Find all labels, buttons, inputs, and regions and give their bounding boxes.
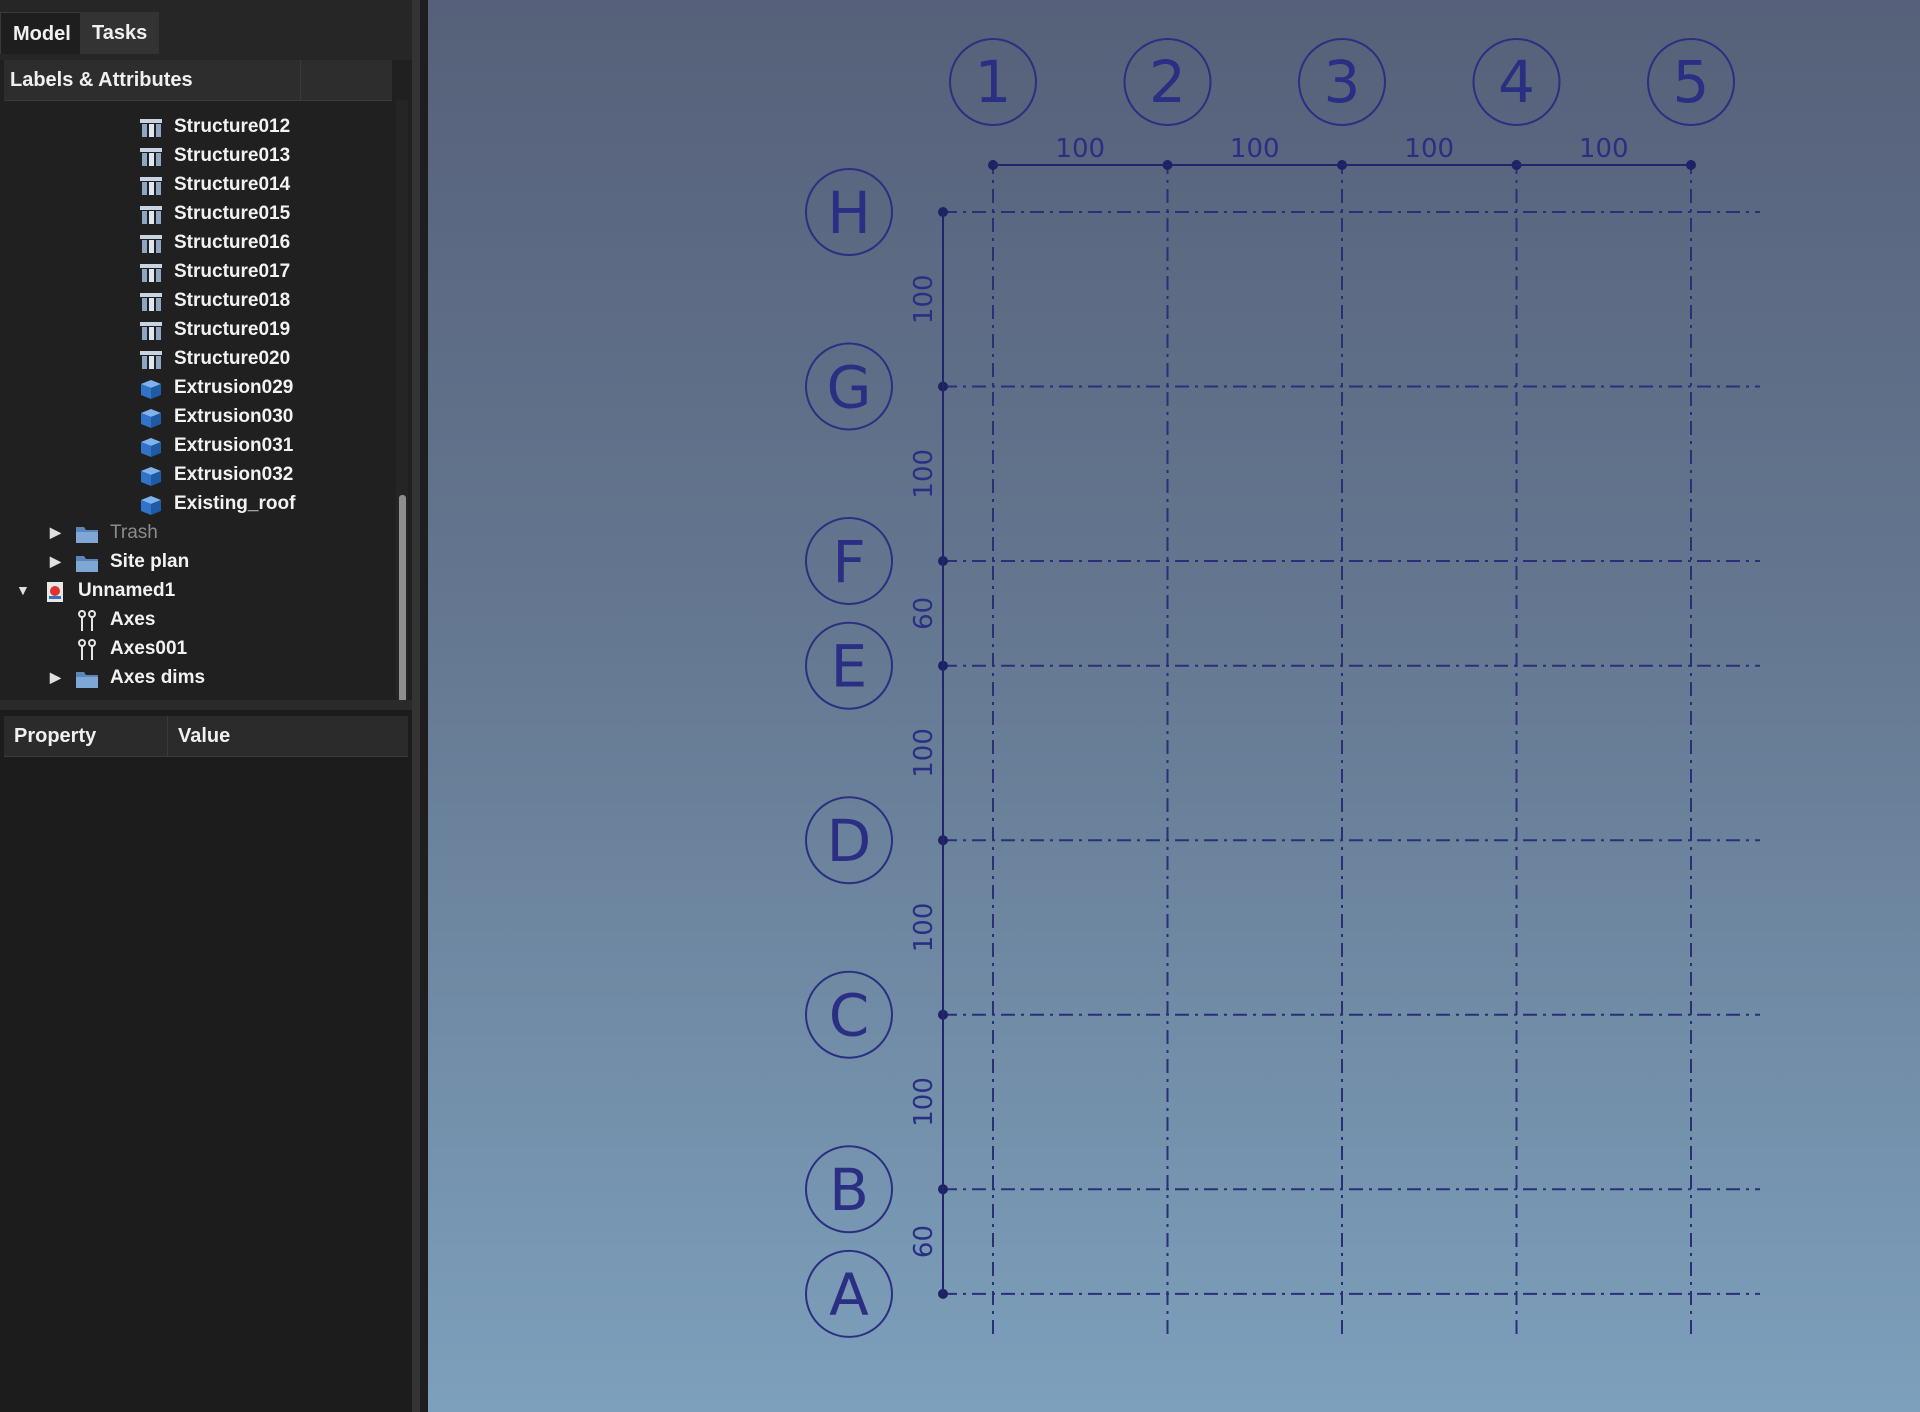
dimension-label: 100 bbox=[909, 728, 939, 778]
axis-label: 1 bbox=[975, 48, 1012, 116]
tree-item[interactable]: ▼ Unnamed1 bbox=[0, 576, 390, 605]
tree-item-label: Structure020 bbox=[174, 348, 291, 369]
tree-item-label: Existing_roof bbox=[174, 493, 296, 514]
panel-tabs: Model Tasks bbox=[0, 0, 412, 60]
panel-splitter[interactable] bbox=[0, 700, 412, 710]
axis-label: A bbox=[829, 1261, 869, 1329]
property-header: Property Value bbox=[4, 716, 408, 757]
expand-arrow-icon[interactable]: ▼ bbox=[16, 576, 30, 605]
tree-item[interactable]: Extrusion029 bbox=[0, 373, 390, 402]
tree-scrollbar-thumb[interactable] bbox=[399, 495, 406, 735]
axis-label: C bbox=[829, 982, 870, 1050]
axis-label: E bbox=[831, 633, 868, 701]
tree-item[interactable]: Structure013 bbox=[0, 141, 390, 170]
tree-item[interactable]: Existing_roof bbox=[0, 489, 390, 518]
tree-item-label: Structure018 bbox=[174, 290, 291, 311]
tree-item[interactable]: Structure014 bbox=[0, 170, 390, 199]
tree-item[interactable]: ▶ Site plan bbox=[0, 547, 390, 576]
tree-item-label: Extrusion031 bbox=[174, 435, 294, 456]
tree-header: Labels & Attributes bbox=[4, 60, 392, 101]
tree-item-label: Structure012 bbox=[174, 116, 291, 137]
dimension-label: 100 bbox=[909, 274, 939, 324]
tree-item-label: Extrusion032 bbox=[174, 464, 294, 485]
folder-icon bbox=[74, 668, 100, 699]
value-column-header[interactable]: Value bbox=[168, 716, 408, 756]
tree-item[interactable]: Axes001 bbox=[0, 634, 390, 663]
tree-item-label: Structure013 bbox=[174, 145, 291, 166]
axis-label: D bbox=[827, 807, 872, 875]
tree-item[interactable]: Extrusion032 bbox=[0, 460, 390, 489]
tree-item-label: Structure014 bbox=[174, 174, 291, 195]
axis-label: H bbox=[827, 179, 871, 247]
tree-item-label: Structure016 bbox=[174, 232, 291, 253]
combo-view-panel: Model Tasks Labels & Attributes Structur… bbox=[0, 0, 420, 1412]
tree-item[interactable]: Extrusion030 bbox=[0, 402, 390, 431]
tree-item[interactable]: Structure016 bbox=[0, 228, 390, 257]
tree-item[interactable]: Structure018 bbox=[0, 286, 390, 315]
tree-item-label: Site plan bbox=[110, 551, 190, 572]
tree-header-label: Labels & Attributes bbox=[10, 60, 301, 100]
tab-model[interactable]: Model bbox=[0, 12, 84, 54]
tree-item-label: Structure017 bbox=[174, 261, 291, 282]
dimension-label: 100 bbox=[909, 903, 939, 953]
dimension-label: 60 bbox=[909, 597, 939, 630]
tree-item[interactable]: Structure017 bbox=[0, 257, 390, 286]
axis-label: F bbox=[832, 528, 865, 596]
collapse-arrow-icon[interactable]: ▶ bbox=[50, 663, 64, 692]
tree-item-label: Extrusion030 bbox=[174, 406, 294, 427]
dimension-label: 100 bbox=[1579, 134, 1629, 164]
dimension-label: 100 bbox=[1404, 134, 1454, 164]
dimension-label: 100 bbox=[1055, 134, 1105, 164]
axis-grid-drawing: 1 2 3 4 5 100 100 100 100 H G FE D C BA 100 100 60 100 100 1… bbox=[805, 38, 1760, 1338]
tree-item[interactable]: Structure015 bbox=[0, 199, 390, 228]
tree-item[interactable]: Structure019 bbox=[0, 315, 390, 344]
tree-item-label: Axes dims bbox=[110, 667, 206, 688]
model-tree: Labels & Attributes Structure012 Structur… bbox=[0, 60, 412, 735]
dimension-label: 60 bbox=[909, 1225, 939, 1258]
tree-item[interactable]: ▶ Trash bbox=[0, 518, 390, 547]
tab-tasks[interactable]: Tasks bbox=[80, 12, 160, 54]
axis-label: 4 bbox=[1498, 48, 1535, 116]
tree-item-label: Extrusion029 bbox=[174, 377, 294, 398]
tree-item[interactable]: Structure012 bbox=[0, 112, 390, 141]
tree-item[interactable]: Structure020 bbox=[0, 344, 390, 373]
axis-label: 2 bbox=[1149, 48, 1186, 116]
tree-item-label: Axes bbox=[110, 609, 156, 630]
tree-item-label: Structure015 bbox=[174, 203, 291, 224]
dimension-label: 100 bbox=[909, 1077, 939, 1127]
axis-label: 5 bbox=[1673, 48, 1710, 116]
dimension-label: 100 bbox=[1230, 134, 1280, 164]
axis-label: G bbox=[827, 354, 872, 422]
tree-item[interactable]: Axes bbox=[0, 605, 390, 634]
dimension-label: 100 bbox=[909, 449, 939, 499]
tree-item[interactable]: Extrusion031 bbox=[0, 431, 390, 460]
3d-viewport[interactable]: 1 2 3 4 5 100 100 100 100 H G F E D C B A 100 100 60 100 100 1… bbox=[428, 0, 1920, 1412]
tree-item-label: Structure019 bbox=[174, 319, 291, 340]
collapse-arrow-icon[interactable]: ▶ bbox=[50, 518, 64, 547]
tree-item-label: Trash bbox=[110, 522, 158, 543]
axis-label: 3 bbox=[1324, 48, 1361, 116]
tree-item-label: Axes001 bbox=[110, 638, 188, 659]
axis-label: B bbox=[829, 1156, 869, 1224]
property-view: Property Value bbox=[0, 710, 412, 1412]
collapse-arrow-icon[interactable]: ▶ bbox=[50, 547, 64, 576]
property-column-header[interactable]: Property bbox=[4, 716, 168, 756]
tree-item[interactable]: ▶ Axes dims bbox=[0, 663, 390, 692]
tree-item-label: Unnamed1 bbox=[78, 580, 176, 601]
